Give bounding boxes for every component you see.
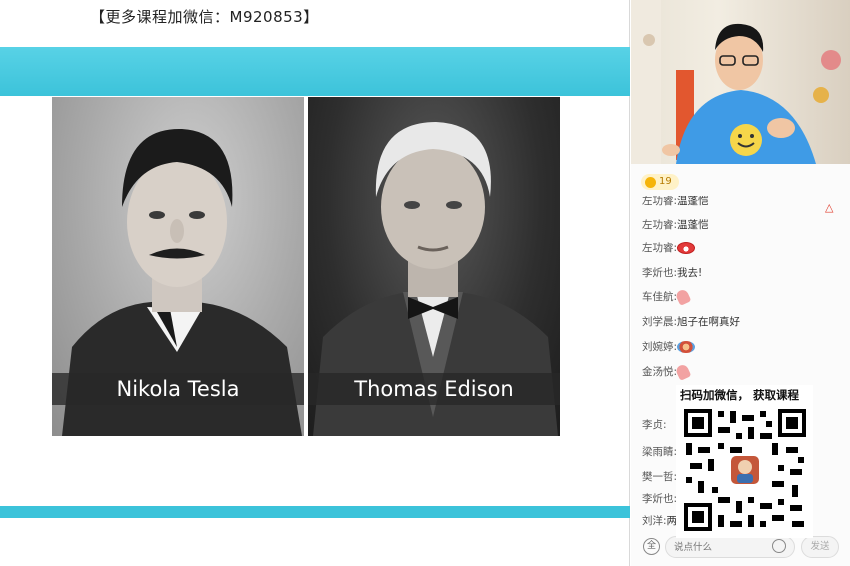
edison-portrait: Thomas Edison bbox=[308, 97, 560, 436]
slide-bottom-band bbox=[0, 506, 630, 518]
red-face-sticker-icon bbox=[677, 242, 696, 254]
teacher-webcam-video bbox=[631, 0, 850, 164]
chat-message: 车佳航: bbox=[642, 288, 692, 306]
chat-message: 梁雨睛: bbox=[642, 446, 678, 458]
coin-icon bbox=[645, 176, 656, 188]
fullscreen-toggle-icon[interactable]: 全 bbox=[643, 538, 660, 555]
slide-area: 【更多课程加微信：M920853】 Nikola Tesla Thomas Ed… bbox=[0, 0, 630, 566]
blue-face-sticker-icon bbox=[677, 341, 696, 353]
teacher-figure bbox=[631, 0, 841, 164]
chat-message: 左功睿: bbox=[642, 241, 696, 255]
tesla-portrait: Nikola Tesla bbox=[52, 97, 304, 436]
slide-top-band bbox=[0, 47, 630, 96]
chat-message: 李炘也: bbox=[642, 493, 678, 505]
tesla-caption: Nikola Tesla bbox=[52, 373, 304, 405]
send-button[interactable]: 发送 bbox=[801, 536, 839, 558]
pink-hand-sticker-icon bbox=[674, 288, 692, 306]
chat-message: 刘婉婷: bbox=[642, 340, 696, 354]
qr-code-icon bbox=[682, 407, 808, 533]
chat-message: 左功睿:温蓬恺 bbox=[642, 196, 709, 207]
like-icon[interactable]: △ bbox=[825, 202, 837, 214]
edison-caption: Thomas Edison bbox=[308, 373, 560, 405]
online-count-badge: 19 bbox=[641, 174, 679, 190]
online-count: 19 bbox=[659, 176, 672, 187]
pink-hand-sticker-icon bbox=[674, 363, 692, 381]
qr-code-overlay: 扫码加微信， 获取课程 bbox=[676, 385, 813, 538]
promo-banner-text: 【更多课程加微信：M920853】 bbox=[90, 8, 319, 26]
chat-message: 樊一哲: bbox=[642, 471, 678, 483]
emoji-picker-icon[interactable] bbox=[772, 539, 786, 553]
chat-message: 左功睿:温蓬恺 bbox=[642, 219, 709, 231]
chat-message: 刘学晨:旭子在啊真好 bbox=[642, 316, 741, 328]
chat-message: 李炘也:我去! bbox=[642, 267, 703, 279]
chat-message: 刘洋:两 bbox=[642, 515, 678, 527]
chat-message: 李贞: bbox=[642, 419, 667, 431]
chat-input-bar: 全 发送 bbox=[631, 534, 850, 566]
qr-title: 扫码加微信， 获取课程 bbox=[680, 388, 800, 402]
chat-message: 金汤悦: bbox=[642, 363, 692, 381]
